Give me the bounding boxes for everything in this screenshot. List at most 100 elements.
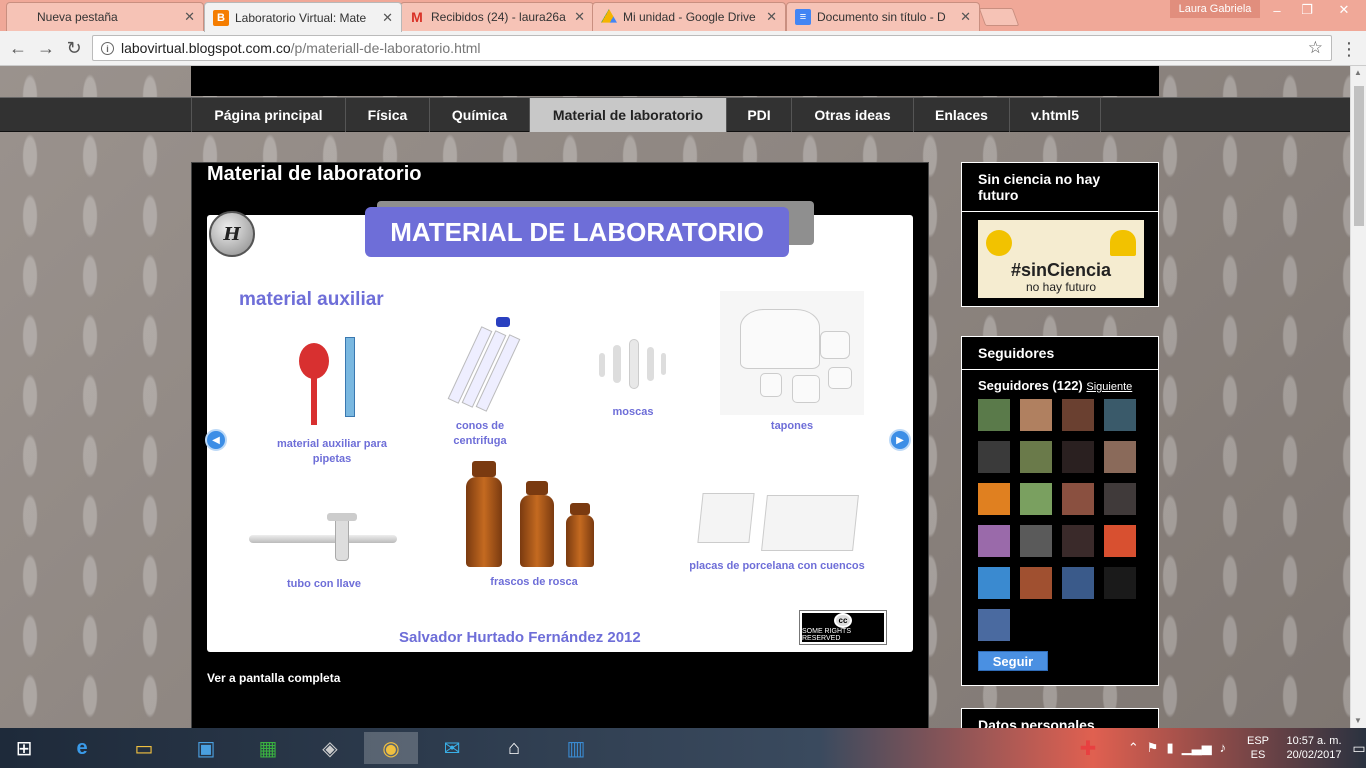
scroll-down-icon[interactable]: ▼: [1354, 716, 1362, 725]
item-porcelain-plates: placas de porcelana con cuencos: [687, 489, 867, 574]
security-shield-icon[interactable]: ◈: [310, 732, 350, 764]
follower-avatar[interactable]: [978, 399, 1010, 431]
page-scrollbar[interactable]: ▲ ▼: [1350, 66, 1366, 728]
follower-avatar[interactable]: [978, 483, 1010, 515]
next-slide-arrow-icon[interactable]: ▶: [889, 429, 911, 451]
notifications-icon[interactable]: ▭: [1352, 728, 1366, 768]
restore-icon[interactable]: ❐: [1292, 0, 1322, 20]
star-icon[interactable]: ☆: [1308, 38, 1323, 58]
follower-avatar[interactable]: [978, 609, 1010, 641]
badge-hashtag: #sinCiencia: [1010, 260, 1112, 280]
fullscreen-link[interactable]: Ver a pantalla completa: [207, 671, 340, 685]
follower-avatar[interactable]: [978, 525, 1010, 557]
item-stir-bars: moscas: [585, 335, 681, 420]
close-icon[interactable]: ✕: [766, 9, 777, 25]
store-icon[interactable]: ▦: [248, 732, 288, 764]
close-icon[interactable]: ✕: [960, 9, 971, 25]
nav-quimica[interactable]: Química: [429, 98, 529, 132]
system-tray-icons[interactable]: ⌃ ⚑ ▮ ▁▃▅ ♪: [1122, 728, 1232, 768]
follower-avatar[interactable]: [1020, 399, 1052, 431]
lenovo-icon[interactable]: ▣: [186, 732, 226, 764]
follower-avatar[interactable]: [1020, 441, 1052, 473]
forward-arrow-icon[interactable]: →: [34, 37, 58, 59]
mail-app-icon[interactable]: ✉: [432, 732, 472, 764]
scroll-thumb[interactable]: [1354, 86, 1364, 226]
slide-heading: material auxiliar: [239, 289, 384, 310]
nav-enlaces[interactable]: Enlaces: [913, 98, 1009, 132]
post-title: Material de laboratorio: [207, 163, 422, 185]
follower-avatar[interactable]: [1062, 525, 1094, 557]
close-icon[interactable]: ✕: [574, 9, 585, 25]
reload-icon[interactable]: ↻: [62, 37, 86, 59]
item-pipette-aid: material auxiliar para pipetas: [267, 333, 397, 467]
volume-icon[interactable]: ♪: [1220, 741, 1227, 755]
widget-title: Sin ciencia no hay futuro: [962, 163, 1158, 212]
nav-pagina-principal[interactable]: Página principal: [191, 98, 345, 132]
author-logo: H: [209, 211, 255, 257]
back-arrow-icon[interactable]: ←: [6, 37, 30, 59]
tab-laboratorio-virtual[interactable]: B Laboratorio Virtual: Mate ✕: [204, 2, 402, 32]
followers-next-link[interactable]: Siguiente: [1086, 381, 1132, 393]
item-caption: conos de centrifuga: [453, 420, 507, 447]
follower-avatar[interactable]: [1104, 483, 1136, 515]
follower-avatar[interactable]: [1104, 567, 1136, 599]
flag-icon[interactable]: ⚑: [1147, 741, 1159, 755]
antivirus-alert-icon[interactable]: ✚: [1068, 732, 1108, 764]
tab-gmail[interactable]: M Recibidos (24) - laura26a ✕: [400, 2, 594, 31]
file-explorer-icon[interactable]: ▭: [124, 732, 164, 764]
item-caption: placas de porcelana con cuencos: [689, 560, 865, 572]
follower-avatar[interactable]: [1062, 441, 1094, 473]
profile-button[interactable]: Laura Gabriela: [1170, 0, 1260, 18]
maxthon-icon[interactable]: ▥: [556, 732, 596, 764]
creative-commons-badge[interactable]: cc SOME RIGHTS RESERVED: [799, 610, 887, 645]
close-icon[interactable]: ✕: [382, 10, 393, 26]
address-bar[interactable]: i labovirtual.blogspot.com.co/p/material…: [92, 35, 1332, 61]
chevron-up-icon[interactable]: ⌃: [1128, 741, 1139, 755]
follower-avatar[interactable]: [1020, 525, 1052, 557]
slide-embed[interactable]: MATERIAL DE LABORATORIO H material auxil…: [205, 201, 913, 652]
item-stopcock-tube: tubo con llave: [239, 511, 409, 592]
follower-avatar[interactable]: [1104, 525, 1136, 557]
follower-avatar[interactable]: [1062, 399, 1094, 431]
nav-material-de-laboratorio[interactable]: Material de laboratorio: [529, 98, 726, 132]
follower-avatar[interactable]: [1062, 483, 1094, 515]
sinciencia-badge[interactable]: #sinCiencia no hay futuro: [978, 220, 1144, 298]
close-icon[interactable]: ✕: [184, 9, 195, 25]
language-code: ESP: [1246, 735, 1269, 747]
scroll-up-icon[interactable]: ▲: [1354, 68, 1362, 77]
tab-new-tab[interactable]: Nueva pestaña ✕: [6, 2, 204, 31]
follower-avatar[interactable]: [1020, 567, 1052, 599]
follower-avatar[interactable]: [1020, 483, 1052, 515]
follow-button[interactable]: Seguir: [978, 651, 1048, 671]
windows-start-icon[interactable]: ⊞: [4, 732, 44, 764]
widget-title: Datos personales: [978, 717, 1095, 728]
follower-avatar[interactable]: [1104, 441, 1136, 473]
internet-explorer-icon[interactable]: e: [62, 732, 102, 764]
close-window-icon[interactable]: ✕: [1322, 0, 1366, 20]
nav-fisica[interactable]: Física: [345, 98, 429, 132]
nav-otras-ideas[interactable]: Otras ideas: [791, 98, 913, 132]
follower-avatar[interactable]: [1104, 399, 1136, 431]
follower-avatar[interactable]: [978, 567, 1010, 599]
clock[interactable]: 10:57 a. m. 20/02/2017: [1278, 728, 1350, 768]
nav-v-html5[interactable]: v.html5: [1009, 98, 1101, 132]
minimize-icon[interactable]: –: [1262, 0, 1292, 20]
battery-icon[interactable]: ▮: [1166, 741, 1173, 755]
previous-slide-arrow-icon[interactable]: ◀: [205, 429, 227, 451]
info-icon[interactable]: i: [101, 42, 114, 55]
follower-avatars: [962, 397, 1158, 643]
menu-icon[interactable]: ⋮: [1340, 39, 1358, 60]
home-icon[interactable]: ⌂: [494, 732, 534, 764]
follower-avatar[interactable]: [978, 441, 1010, 473]
nav-pdi[interactable]: PDI: [726, 98, 791, 132]
tab-google-drive[interactable]: Mi unidad - Google Drive ✕: [592, 2, 786, 31]
clock-date: 20/02/2017: [1286, 749, 1342, 761]
follower-avatar[interactable]: [1062, 567, 1094, 599]
signal-icon[interactable]: ▁▃▅: [1182, 741, 1212, 755]
chrome-icon[interactable]: ◉: [364, 732, 418, 764]
tab-google-docs[interactable]: ≡ Documento sin título - D ✕: [786, 2, 980, 31]
url-host: labovirtual.blogspot.com.co: [121, 40, 291, 56]
blank-page-icon: [15, 9, 31, 25]
new-tab-button[interactable]: [978, 8, 1020, 26]
input-language[interactable]: ESP ES: [1238, 728, 1278, 768]
